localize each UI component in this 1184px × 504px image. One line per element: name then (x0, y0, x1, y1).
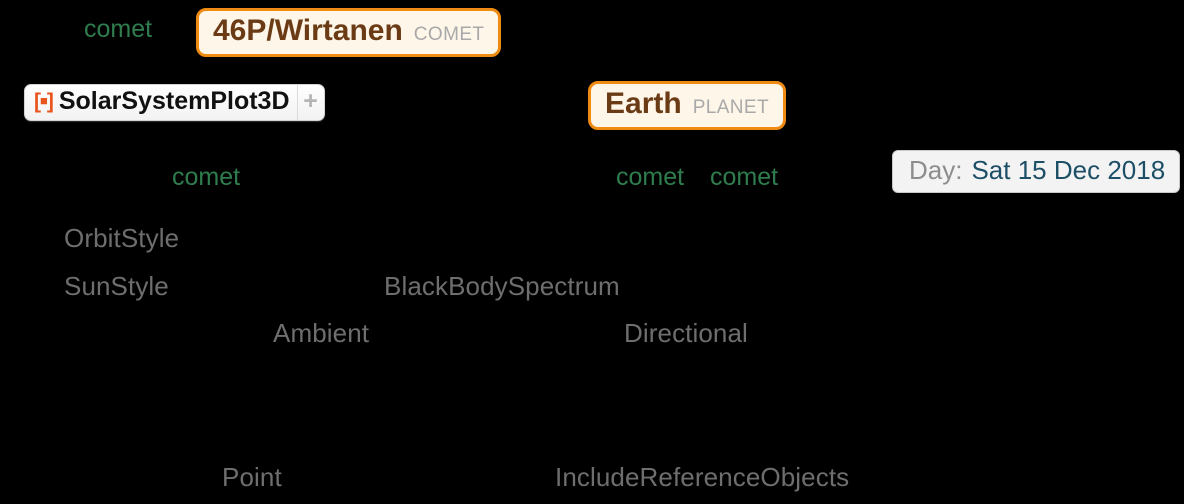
date-value: Sat 15 Dec 2018 (971, 155, 1166, 185)
entity-name-earth: Earth (605, 87, 682, 120)
resource-function-button-solarsystemplot3d[interactable]: [■] SolarSystemPlot3D + (24, 84, 325, 121)
option-directional[interactable]: Directional (624, 320, 748, 346)
entity-type-comet: COMET (413, 24, 485, 45)
notebook-code-cell: comet 46P/Wirtanen COMET [■] SolarSystem… (0, 0, 1184, 504)
comet-variable-line3-c[interactable]: comet (710, 165, 778, 190)
entity-box-earth[interactable]: Earth PLANET (588, 81, 787, 130)
entity-type-planet: PLANET (692, 97, 770, 118)
option-sunstyle[interactable]: SunStyle (64, 273, 169, 299)
resource-function-label: SolarSystemPlot3D (58, 87, 290, 115)
comet-variable-line3-b[interactable]: comet (616, 165, 684, 190)
entity-box-comet[interactable]: 46P/Wirtanen COMET (196, 8, 502, 57)
resource-function-plus-icon[interactable]: + (296, 85, 324, 120)
comet-variable-line1[interactable]: comet (84, 17, 152, 42)
date-display-box[interactable]: Day: Sat 15 Dec 2018 (892, 150, 1181, 193)
option-ambient[interactable]: Ambient (273, 320, 369, 346)
date-label: Day: (909, 155, 963, 185)
option-point[interactable]: Point (222, 464, 282, 490)
option-blackbodyspectrum[interactable]: BlackBodySpectrum (384, 273, 620, 299)
comet-variable-line3-a[interactable]: comet (172, 165, 240, 190)
option-orbitstyle[interactable]: OrbitStyle (64, 225, 179, 251)
option-includereferenceobjects[interactable]: IncludeReferenceObjects (555, 464, 849, 490)
resource-function-main[interactable]: [■] SolarSystemPlot3D (25, 85, 297, 120)
resource-function-icon: [■] (34, 90, 54, 113)
entity-name-46p-wirtanen: 46P/Wirtanen (213, 14, 403, 47)
